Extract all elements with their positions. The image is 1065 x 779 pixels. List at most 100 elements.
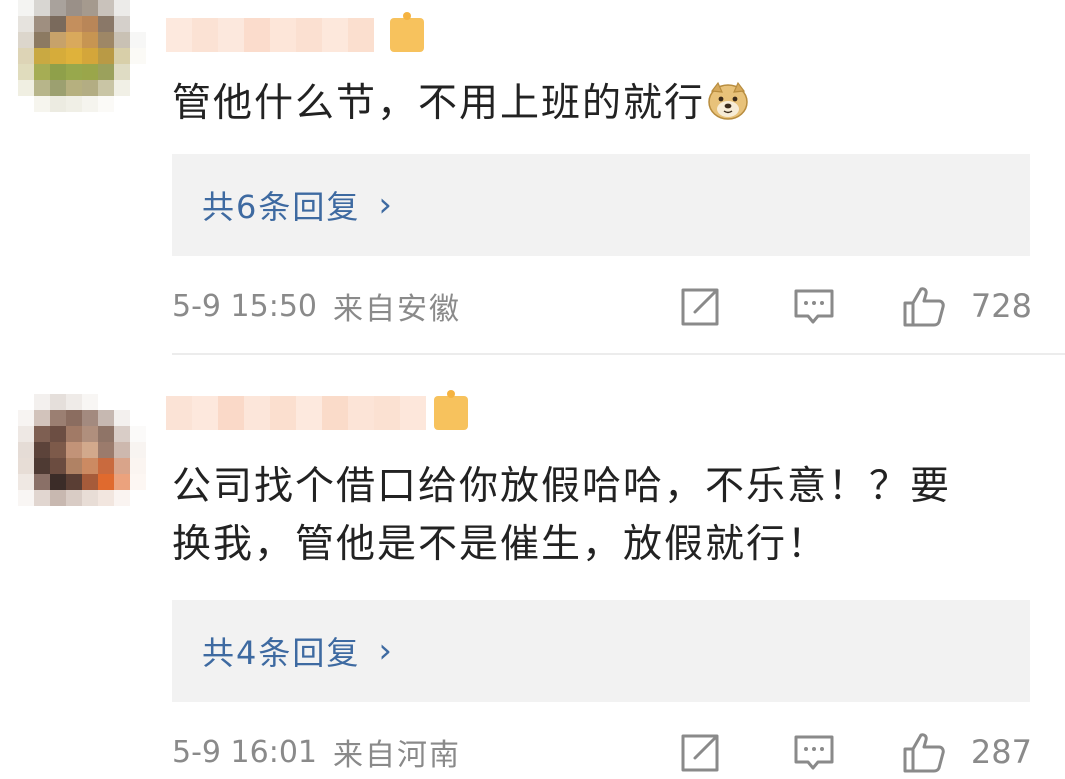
- avatar-pixel: [66, 96, 82, 112]
- avatar-pixel: [50, 474, 66, 490]
- like-icon[interactable]: [902, 285, 946, 329]
- avatar-pixel: [98, 506, 114, 522]
- avatar-pixel: [50, 506, 66, 522]
- avatar-pixel: [66, 16, 82, 32]
- avatar-pixel: [66, 490, 82, 506]
- username-pixel: [296, 18, 322, 52]
- username-pixel: [348, 18, 374, 52]
- avatar-pixel: [18, 490, 34, 506]
- avatar-pixel: [50, 80, 66, 96]
- avatar-pixel: [82, 32, 98, 48]
- location: 来自安徽: [333, 292, 461, 327]
- comment-item: 管他什么节，不用上班的就行 共6条回复 › 5-9 15:50 来自安徽 728: [0, 0, 1065, 354]
- username-blurred: [166, 18, 374, 52]
- username[interactable]: [166, 390, 468, 430]
- username-pixel: [244, 396, 270, 430]
- avatar-pixel: [50, 394, 66, 410]
- username-blurred: [166, 396, 426, 430]
- avatar-pixel: [34, 64, 50, 80]
- avatar-pixel: [50, 32, 66, 48]
- comment-text: 管他什么节，不用上班的就行: [172, 75, 1042, 133]
- avatar-pixel: [66, 80, 82, 96]
- avatar-pixel: [18, 0, 34, 16]
- avatar-pixel: [114, 506, 130, 522]
- avatar-pixel: [34, 96, 50, 112]
- avatar-pixel: [18, 442, 34, 458]
- avatar-pixel: [114, 394, 130, 410]
- avatar-pixel: [66, 32, 82, 48]
- avatar-pixel: [34, 474, 50, 490]
- avatar-pixel: [98, 426, 114, 442]
- avatar-pixel: [130, 490, 146, 506]
- avatar-pixel: [34, 0, 50, 16]
- avatar-pixel: [50, 16, 66, 32]
- avatar-pixel: [82, 16, 98, 32]
- avatar-pixel: [130, 426, 146, 442]
- avatar-pixel: [18, 80, 34, 96]
- view-replies-link[interactable]: 共4条回复: [202, 628, 360, 674]
- avatar-pixel: [130, 96, 146, 112]
- avatar-pixel: [114, 442, 130, 458]
- avatar-pixel: [114, 64, 130, 80]
- like-count: 287: [970, 733, 1032, 771]
- username[interactable]: [166, 12, 424, 52]
- avatar[interactable]: [18, 0, 146, 128]
- avatar-pixel: [34, 426, 50, 442]
- avatar-pixel: [98, 80, 114, 96]
- avatar-pixel: [130, 32, 146, 48]
- timestamp: 5-9 15:50: [172, 288, 317, 324]
- avatar-pixel: [50, 64, 66, 80]
- username-pixel: [270, 18, 296, 52]
- avatar-pixel: [34, 48, 50, 64]
- like-icon[interactable]: [902, 731, 946, 775]
- avatar-pixel: [82, 474, 98, 490]
- avatar-pixel: [34, 490, 50, 506]
- comment-item: 公司找个借口给你放假哈哈，不乐意！？要 换我，管他是不是催生，放假就行！ 共4条…: [0, 356, 1065, 779]
- avatar[interactable]: [18, 394, 146, 522]
- comment-icon[interactable]: [792, 285, 836, 329]
- avatar-pixel: [130, 442, 146, 458]
- avatar-pixel: [98, 458, 114, 474]
- avatar-pixel: [50, 458, 66, 474]
- location: 来自河南: [333, 738, 461, 773]
- avatar-pixel: [50, 426, 66, 442]
- avatar-pixel: [66, 474, 82, 490]
- avatar-pixel: [50, 112, 66, 128]
- avatar-pixel: [34, 410, 50, 426]
- avatar-pixel: [130, 0, 146, 16]
- username-pixel: [322, 396, 348, 430]
- avatar-pixel: [34, 32, 50, 48]
- avatar-pixel: [66, 506, 82, 522]
- avatar-pixel: [114, 16, 130, 32]
- reply-summary[interactable]: 共4条回复 ›: [172, 600, 1030, 702]
- avatar-pixel: [66, 442, 82, 458]
- avatar-pixel: [66, 410, 82, 426]
- avatar-pixel: [82, 64, 98, 80]
- avatar-pixel: [130, 410, 146, 426]
- avatar-pixel: [18, 506, 34, 522]
- avatar-pixel: [114, 410, 130, 426]
- avatar-pixel: [82, 458, 98, 474]
- username-pixel: [218, 396, 244, 430]
- like-count: 728: [970, 287, 1032, 325]
- comment-meta: 5-9 16:01 来自河南 287: [172, 727, 1032, 777]
- member-badge-icon: [434, 390, 468, 430]
- avatar-pixel: [130, 474, 146, 490]
- avatar-pixel: [82, 112, 98, 128]
- avatar-pixel: [130, 64, 146, 80]
- avatar-pixel: [98, 442, 114, 458]
- repost-icon[interactable]: [678, 731, 722, 775]
- avatar-pixel: [98, 64, 114, 80]
- reply-summary[interactable]: 共6条回复 ›: [172, 154, 1030, 256]
- username-pixel: [218, 18, 244, 52]
- avatar-pixel: [66, 0, 82, 16]
- avatar-pixel: [50, 48, 66, 64]
- view-replies-link[interactable]: 共6条回复: [202, 182, 360, 228]
- avatar-pixel: [98, 394, 114, 410]
- repost-icon[interactable]: [678, 285, 722, 329]
- avatar-pixel: [18, 474, 34, 490]
- member-badge-icon: [390, 12, 424, 52]
- comment-icon[interactable]: [792, 731, 836, 775]
- avatar-pixel: [66, 394, 82, 410]
- avatar-pixel: [50, 96, 66, 112]
